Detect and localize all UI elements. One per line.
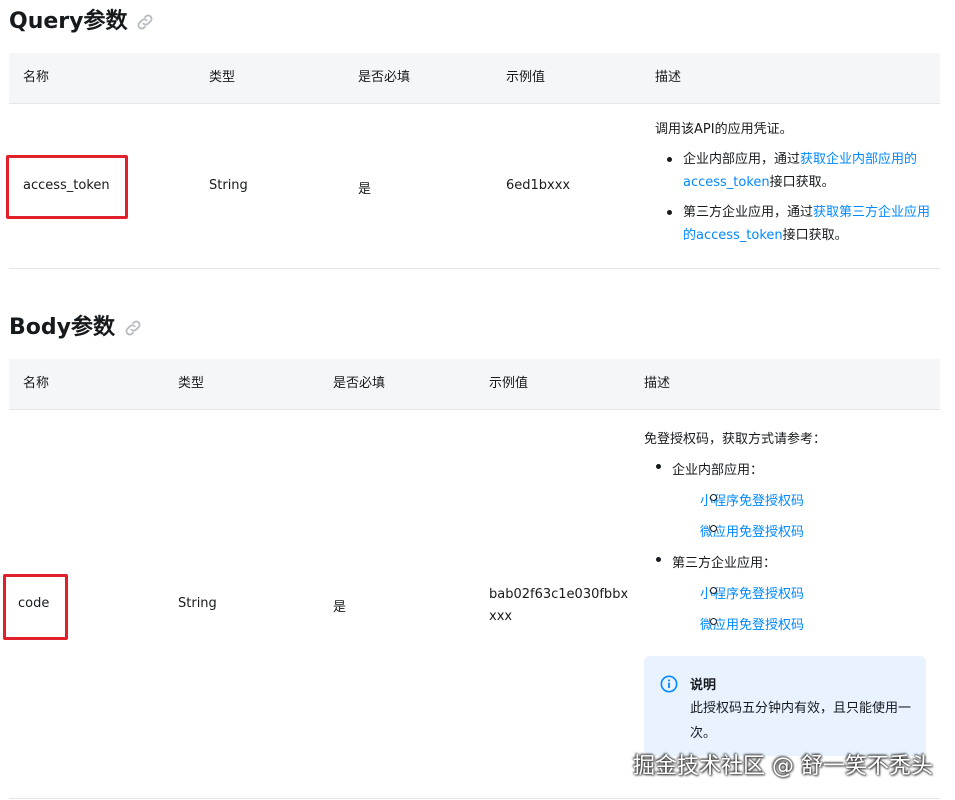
query-table-row: access_token String 是 6ed1bxxx 调用该API的应用… xyxy=(9,104,940,269)
group-label: 第三方企业应用： xyxy=(672,556,777,571)
header-example: 示例值 xyxy=(506,70,546,85)
mini-program-auth-code-link[interactable]: 小程序免登授权码 xyxy=(700,494,804,509)
list-item: 小程序免登授权码 xyxy=(672,486,934,517)
desc-bullet-text: 接口获取。 xyxy=(782,228,848,243)
param-example: 6ed1bxxx xyxy=(506,178,571,193)
micro-app-auth-code-link[interactable]: 微应用免登授权码 xyxy=(700,618,804,633)
list-item: 微应用免登授权码 xyxy=(672,517,934,548)
body-table-row: code String 是 bab02f63c1e030fbbxxxx 免登授权… xyxy=(9,410,940,799)
list-item: 小程序免登授权码 xyxy=(672,579,934,610)
highlight-box xyxy=(3,574,68,640)
header-name: 名称 xyxy=(23,376,50,391)
note-callout: 说明 此授权码五分钟内有效，且只能使用一次。 xyxy=(644,656,926,756)
header-desc: 描述 xyxy=(644,376,671,391)
param-required: 是 xyxy=(358,182,372,197)
header-desc: 描述 xyxy=(655,70,682,85)
desc-intro: 调用该API的应用凭证。 xyxy=(655,122,793,137)
header-type: 类型 xyxy=(209,70,236,85)
mini-program-auth-code-link[interactable]: 小程序免登授权码 xyxy=(700,587,804,602)
link-icon[interactable] xyxy=(135,12,155,32)
note-title: 说明 xyxy=(690,678,717,693)
link-icon[interactable] xyxy=(123,318,143,338)
header-required: 是否必填 xyxy=(358,70,411,85)
list-item: 第三方企业应用，通过获取第三方企业应用的access_token接口获取。 xyxy=(655,201,935,247)
param-required: 是 xyxy=(333,600,347,615)
param-example: bab02f63c1e030fbbxxxx xyxy=(489,587,629,624)
group-label: 企业内部应用： xyxy=(672,463,764,478)
desc-bullet-text: 接口获取。 xyxy=(769,175,835,190)
desc-bullet-text: 第三方企业应用，通过 xyxy=(683,205,814,220)
param-description: 调用该API的应用凭证。 企业内部应用，通过获取企业内部应用的access_to… xyxy=(655,118,935,247)
watermark: 掘金技术社区 @ 舒一笑不秃头 xyxy=(633,754,933,779)
body-table-header: 名称 类型 是否必填 示例值 描述 xyxy=(9,359,940,410)
info-icon xyxy=(660,675,678,693)
desc-intro: 免登授权码，获取方式请参考： xyxy=(644,432,827,447)
header-required: 是否必填 xyxy=(333,376,386,391)
list-item: 微应用免登授权码 xyxy=(672,610,934,641)
query-section-title: Query参数 xyxy=(9,7,155,37)
query-title-text: Query参数 xyxy=(9,9,128,34)
param-description: 免登授权码，获取方式请参考： 企业内部应用： 小程序免登授权码 微应用免登授权码… xyxy=(644,424,934,641)
list-item: 第三方企业应用： 小程序免登授权码 微应用免登授权码 xyxy=(644,548,934,641)
list-item: 企业内部应用： 小程序免登授权码 微应用免登授权码 xyxy=(644,455,934,548)
query-table-header: 名称 类型 是否必填 示例值 描述 xyxy=(9,53,940,104)
param-type: String xyxy=(209,178,248,193)
list-item: 企业内部应用，通过获取企业内部应用的access_token接口获取。 xyxy=(655,148,935,194)
header-type: 类型 xyxy=(178,376,205,391)
highlight-box xyxy=(6,155,128,219)
header-name: 名称 xyxy=(23,70,50,85)
param-type: String xyxy=(178,596,217,611)
body-section-title: Body参数 xyxy=(9,313,143,343)
desc-bullet-text: 企业内部应用，通过 xyxy=(683,152,801,167)
note-text: 此授权码五分钟内有效，且只能使用一次。 xyxy=(690,701,912,741)
body-title-text: Body参数 xyxy=(9,315,115,340)
header-example: 示例值 xyxy=(489,376,529,391)
micro-app-auth-code-link[interactable]: 微应用免登授权码 xyxy=(700,525,804,540)
